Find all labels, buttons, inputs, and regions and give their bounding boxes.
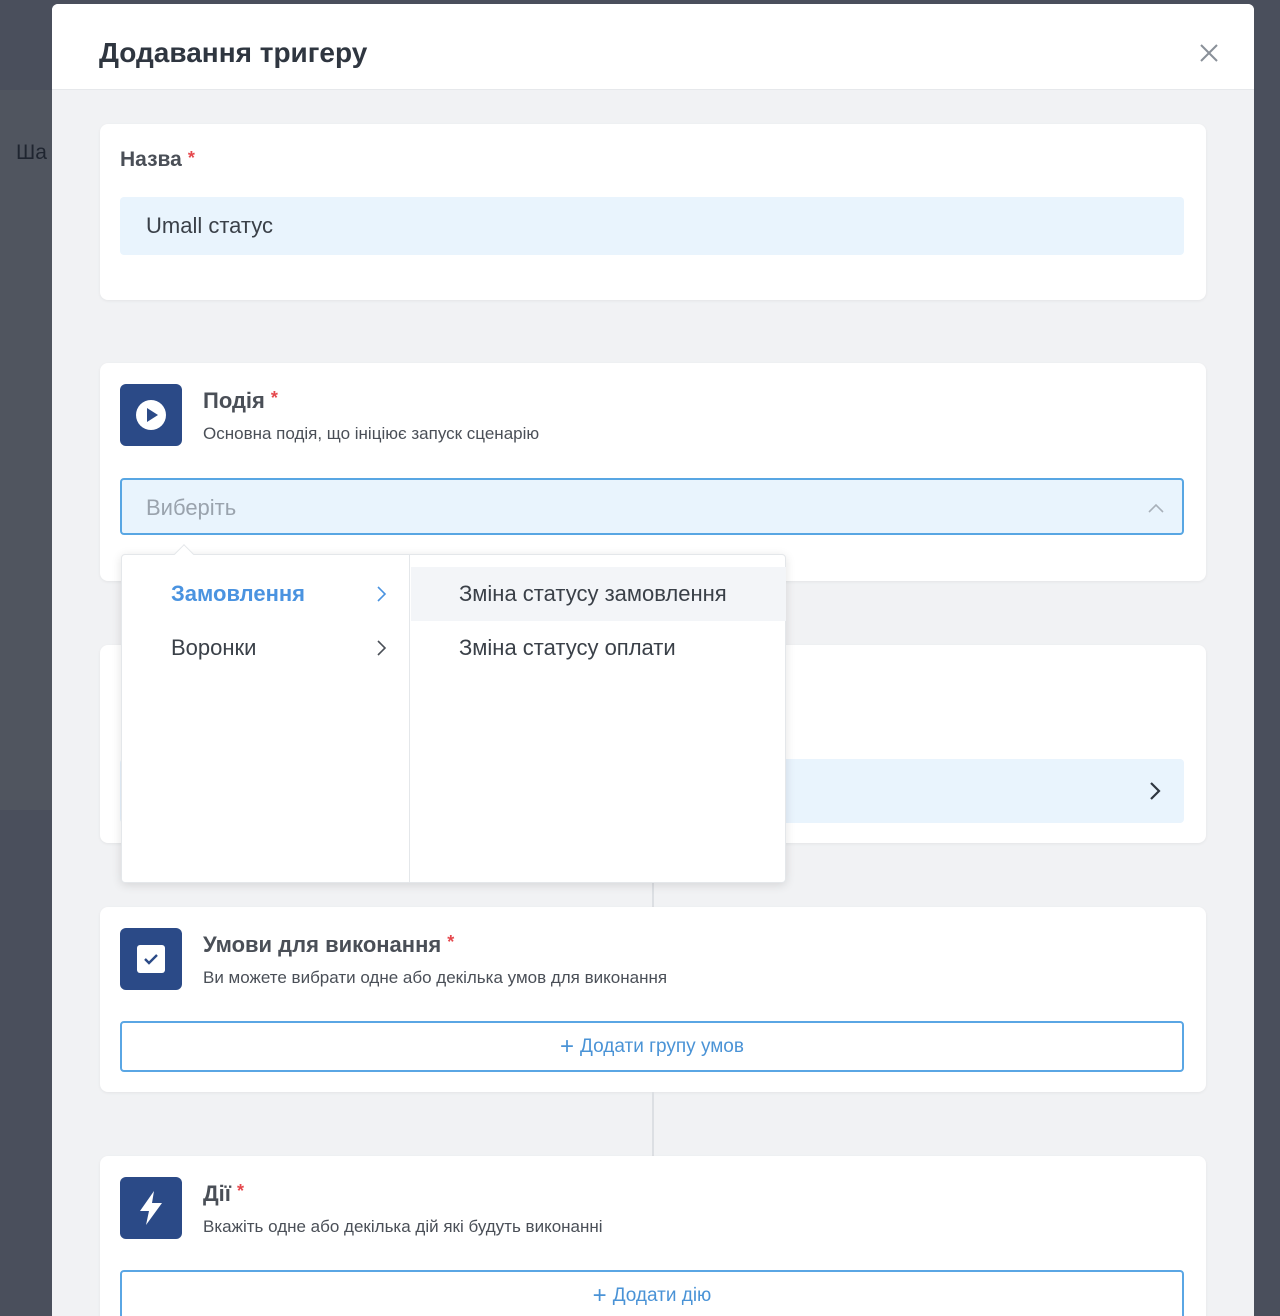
actions-title: Дії * bbox=[203, 1181, 244, 1207]
required-mark: * bbox=[236, 1181, 244, 1201]
add-action-label: Додати дію bbox=[612, 1284, 712, 1306]
conditions-card: Умови для виконання * Ви можете вибрати о… bbox=[100, 907, 1206, 1092]
event-select-placeholder: Виберіть bbox=[146, 495, 237, 520]
event-card: Подія * Основна подія, що ініціює запуск … bbox=[100, 363, 1206, 581]
close-button[interactable] bbox=[1196, 40, 1222, 66]
name-card: Назва * bbox=[100, 124, 1206, 300]
category-label: Замовлення bbox=[171, 581, 306, 606]
modal-header: Додавання тригеру bbox=[52, 4, 1254, 90]
actions-card: Дії * Вкажіть одне або декілька дій які б… bbox=[100, 1156, 1206, 1316]
actions-title-text: Дії bbox=[203, 1181, 231, 1206]
conditions-title-text: Умови для виконання bbox=[203, 932, 442, 957]
chevron-right-icon bbox=[377, 640, 387, 656]
event-title-text: Подія bbox=[203, 388, 265, 413]
name-label: Назва * bbox=[120, 148, 195, 172]
add-action-button[interactable]: + Додати дію bbox=[120, 1270, 1184, 1316]
event-icon-box bbox=[120, 384, 182, 446]
conditions-icon-box bbox=[120, 928, 182, 990]
plus-icon: + bbox=[592, 1281, 607, 1309]
actions-icon-box bbox=[120, 1177, 182, 1239]
cascader-categories: Замовлення Воронки bbox=[122, 555, 410, 882]
required-mark: * bbox=[447, 932, 455, 952]
chevron-right-icon bbox=[377, 586, 387, 602]
required-mark: * bbox=[270, 388, 278, 408]
name-label-text: Назва bbox=[120, 148, 182, 171]
conditions-title: Умови для виконання * bbox=[203, 932, 454, 958]
close-icon bbox=[1200, 44, 1218, 62]
add-condition-group-label: Додати групу умов bbox=[580, 1035, 744, 1057]
cascader-option-payment-status-change[interactable]: Зміна статусу оплати bbox=[411, 621, 786, 675]
cascader-category-funnels[interactable]: Воронки bbox=[122, 621, 409, 675]
cascader-option-order-status-change[interactable]: Зміна статусу замовлення bbox=[411, 567, 786, 621]
add-condition-group-button[interactable]: + Додати групу умов bbox=[120, 1021, 1184, 1072]
play-icon bbox=[136, 400, 166, 430]
background-panel bbox=[0, 90, 60, 810]
event-description: Основна подія, що ініціює запуск сценарі… bbox=[203, 424, 540, 443]
actions-description: Вкажіть одне або декілька дій які будуть… bbox=[203, 1217, 603, 1236]
background-partial-text: Ша bbox=[16, 141, 47, 164]
cascader-category-orders[interactable]: Замовлення bbox=[122, 567, 409, 621]
chevron-right-icon bbox=[1150, 782, 1161, 800]
modal-title: Додавання тригеру bbox=[99, 37, 368, 68]
required-mark: * bbox=[187, 148, 195, 168]
connector-line bbox=[652, 1092, 654, 1156]
cascader-options: Зміна статусу замовлення Зміна статусу о… bbox=[411, 555, 786, 882]
event-cascader-dropdown: Замовлення Воронки Зміна статусу замовле… bbox=[121, 544, 786, 883]
event-select[interactable]: Виберіть bbox=[120, 478, 1184, 535]
checkbox-icon bbox=[137, 945, 165, 973]
category-label: Воронки bbox=[171, 635, 257, 660]
event-title: Подія * bbox=[203, 388, 278, 414]
name-input[interactable] bbox=[120, 197, 1184, 255]
conditions-description: Ви можете вибрати одне або декілька умов… bbox=[203, 968, 668, 987]
chevron-up-icon bbox=[1148, 503, 1164, 513]
plus-icon: + bbox=[560, 1032, 575, 1060]
lightning-icon bbox=[140, 1191, 162, 1225]
